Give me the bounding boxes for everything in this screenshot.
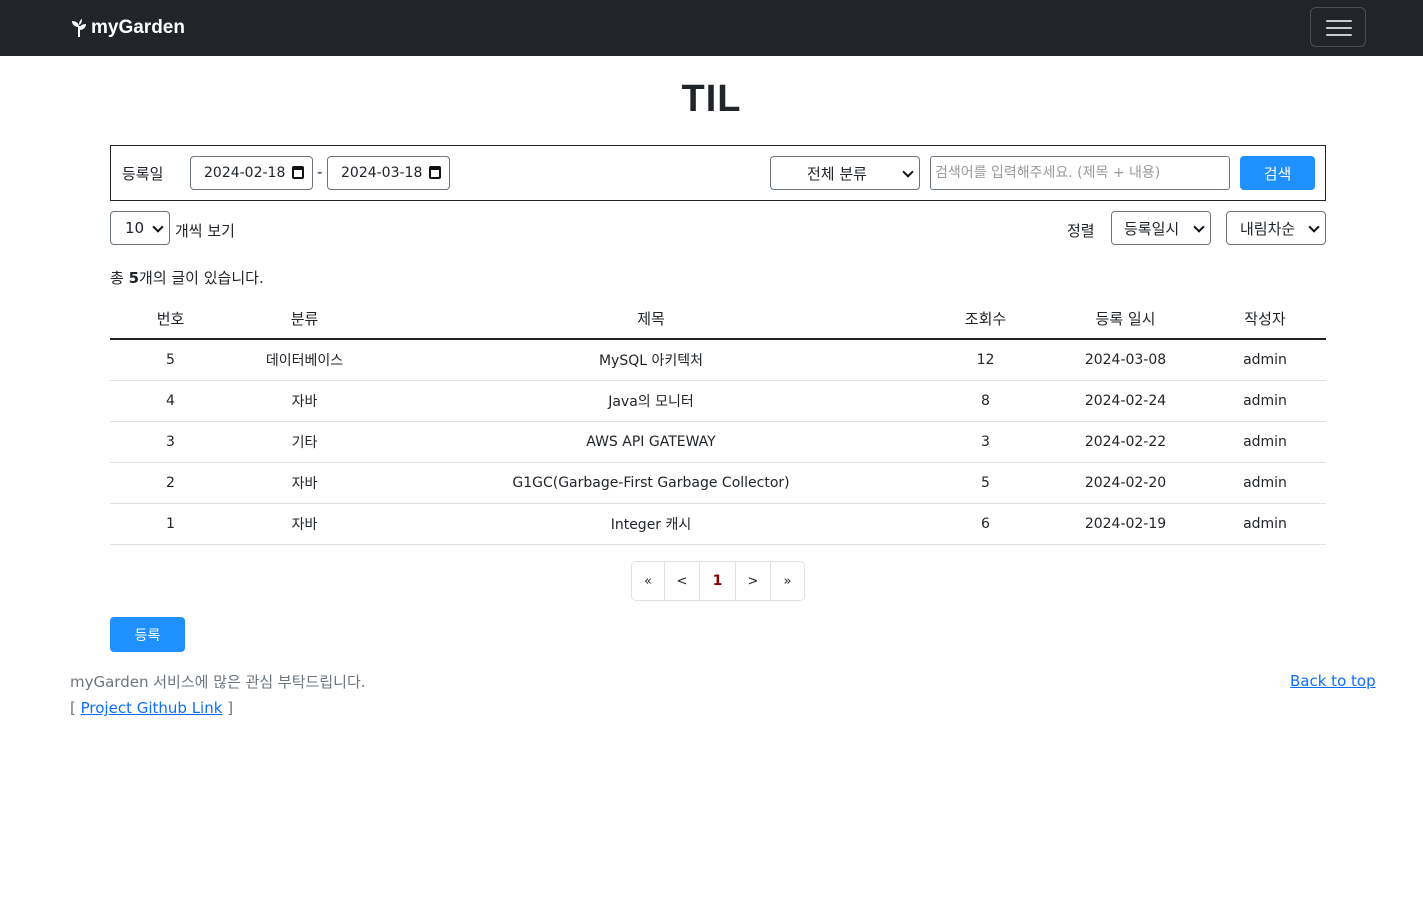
row-date: 2024-02-22 <box>1047 421 1204 463</box>
row-author: admin <box>1204 380 1326 422</box>
chevron-down-icon <box>902 166 914 178</box>
next-page-button[interactable]: > <box>736 562 771 600</box>
row-date: 2024-02-20 <box>1047 462 1204 504</box>
top-navbar: myGarden <box>0 0 1423 56</box>
chevron-down-icon <box>1308 221 1320 233</box>
row-views: 6 <box>924 503 1047 545</box>
row-title-link[interactable]: Integer 캐시 <box>378 503 924 545</box>
footer-message: myGarden 서비스에 많은 관심 부탁드립니다. <box>70 673 366 691</box>
date-from-input[interactable]: 2024-02-18 <box>190 156 313 190</box>
calendar-icon[interactable] <box>429 166 441 179</box>
table-row[interactable]: 4 자바 Java의 모니터 8 2024-02-24 admin <box>110 380 1326 422</box>
row-author: admin <box>1204 421 1326 463</box>
search-keyword-input[interactable] <box>930 156 1230 190</box>
row-category: 자바 <box>231 462 378 504</box>
row-views: 5 <box>924 462 1047 504</box>
table-row[interactable]: 3 기타 AWS API GATEWAY 3 2024-02-22 admin <box>110 421 1326 463</box>
row-author: admin <box>1204 503 1326 545</box>
hamburger-bar <box>1326 27 1352 29</box>
total-count: 5 <box>128 269 140 287</box>
table-header-row: 번호 분류 제목 조회수 등록 일시 작성자 <box>110 298 1326 340</box>
date-separator: - <box>317 163 323 181</box>
sort-order-select[interactable]: 내림차순 <box>1226 211 1326 245</box>
header-no: 번호 <box>110 298 231 340</box>
total-count-text: 총 5개의 글이 있습니다. <box>110 267 264 288</box>
sort-field-select[interactable]: 등록일시 <box>1111 211 1211 245</box>
calendar-icon[interactable] <box>292 166 304 179</box>
row-author: admin <box>1204 339 1326 381</box>
search-form: 등록일 2024-02-18 - 2024-03-18 전체 분류 검색 <box>110 145 1326 201</box>
row-date: 2024-02-19 <box>1047 503 1204 545</box>
prev-page-button[interactable]: < <box>665 562 700 600</box>
row-title-link[interactable]: Java의 모니터 <box>378 380 924 422</box>
row-no: 1 <box>110 503 231 545</box>
category-selected-value: 전체 분류 <box>807 164 867 183</box>
row-title-link[interactable]: G1GC(Garbage-First Garbage Collector) <box>378 462 924 504</box>
row-no: 4 <box>110 380 231 422</box>
row-author: admin <box>1204 462 1326 504</box>
plant-icon <box>72 19 86 37</box>
header-title: 제목 <box>378 298 924 340</box>
last-page-button[interactable]: » <box>771 562 804 600</box>
page-title: TIL <box>681 78 742 120</box>
chevron-down-icon <box>1193 221 1205 233</box>
footer-link-line: [ Project Github Link ] <box>70 699 233 717</box>
row-title-link[interactable]: MySQL 아키텍처 <box>378 339 924 381</box>
page-size-select[interactable]: 10 <box>110 211 170 245</box>
page-size-label: 개씩 보기 <box>175 222 235 240</box>
pagination: « < 1 > » <box>631 561 805 601</box>
sort-label: 정렬 <box>1067 222 1095 240</box>
row-category: 자바 <box>231 380 378 422</box>
date-from-value: 2024-02-18 <box>204 165 286 181</box>
header-date: 등록 일시 <box>1047 298 1204 340</box>
total-suffix: 개의 글이 있습니다. <box>139 269 264 287</box>
row-views: 8 <box>924 380 1047 422</box>
back-to-top-link[interactable]: Back to top <box>1290 672 1376 690</box>
chevron-down-icon <box>152 221 164 233</box>
row-views: 3 <box>924 421 1047 463</box>
row-title-link[interactable]: AWS API GATEWAY <box>378 421 924 463</box>
row-no: 5 <box>110 339 231 381</box>
date-filter-label: 등록일 <box>122 165 164 183</box>
row-category: 데이터베이스 <box>231 339 378 381</box>
row-views: 12 <box>924 339 1047 381</box>
category-select[interactable]: 전체 분류 <box>770 156 920 190</box>
hamburger-bar <box>1326 34 1352 36</box>
row-category: 기타 <box>231 421 378 463</box>
header-author: 작성자 <box>1204 298 1326 340</box>
current-page-button[interactable]: 1 <box>700 562 736 600</box>
bracket-close: ] <box>222 699 234 717</box>
row-no: 3 <box>110 421 231 463</box>
table-row[interactable]: 1 자바 Integer 캐시 6 2024-02-19 admin <box>110 503 1326 545</box>
page-size-value: 10 <box>125 219 145 237</box>
table-row[interactable]: 2 자바 G1GC(Garbage-First Garbage Collecto… <box>110 462 1326 504</box>
sort-order-value: 내림차순 <box>1240 219 1296 238</box>
total-prefix: 총 <box>110 269 129 287</box>
sort-field-value: 등록일시 <box>1124 219 1180 238</box>
date-to-input[interactable]: 2024-03-18 <box>327 156 450 190</box>
brand-link[interactable]: myGarden <box>70 15 185 41</box>
row-no: 2 <box>110 462 231 504</box>
navbar-toggle-button[interactable] <box>1310 7 1366 47</box>
row-category: 자바 <box>231 503 378 545</box>
header-category: 분류 <box>231 298 378 340</box>
search-button[interactable]: 검색 <box>1240 156 1315 190</box>
post-list-table: 번호 분류 제목 조회수 등록 일시 작성자 5 데이터베이스 MySQL 아키… <box>110 298 1326 545</box>
github-link[interactable]: Project Github Link <box>81 699 223 717</box>
row-date: 2024-03-08 <box>1047 339 1204 381</box>
first-page-button[interactable]: « <box>632 562 665 600</box>
table-row[interactable]: 5 데이터베이스 MySQL 아키텍처 12 2024-03-08 admin <box>110 339 1326 381</box>
date-to-value: 2024-03-18 <box>341 165 423 181</box>
hamburger-menu-icon <box>1326 20 1352 22</box>
register-post-button[interactable]: 등록 <box>110 617 185 652</box>
header-views: 조회수 <box>924 298 1047 340</box>
row-date: 2024-02-24 <box>1047 380 1204 422</box>
bracket-open: [ <box>70 699 81 717</box>
brand-name: myGarden <box>91 17 185 38</box>
